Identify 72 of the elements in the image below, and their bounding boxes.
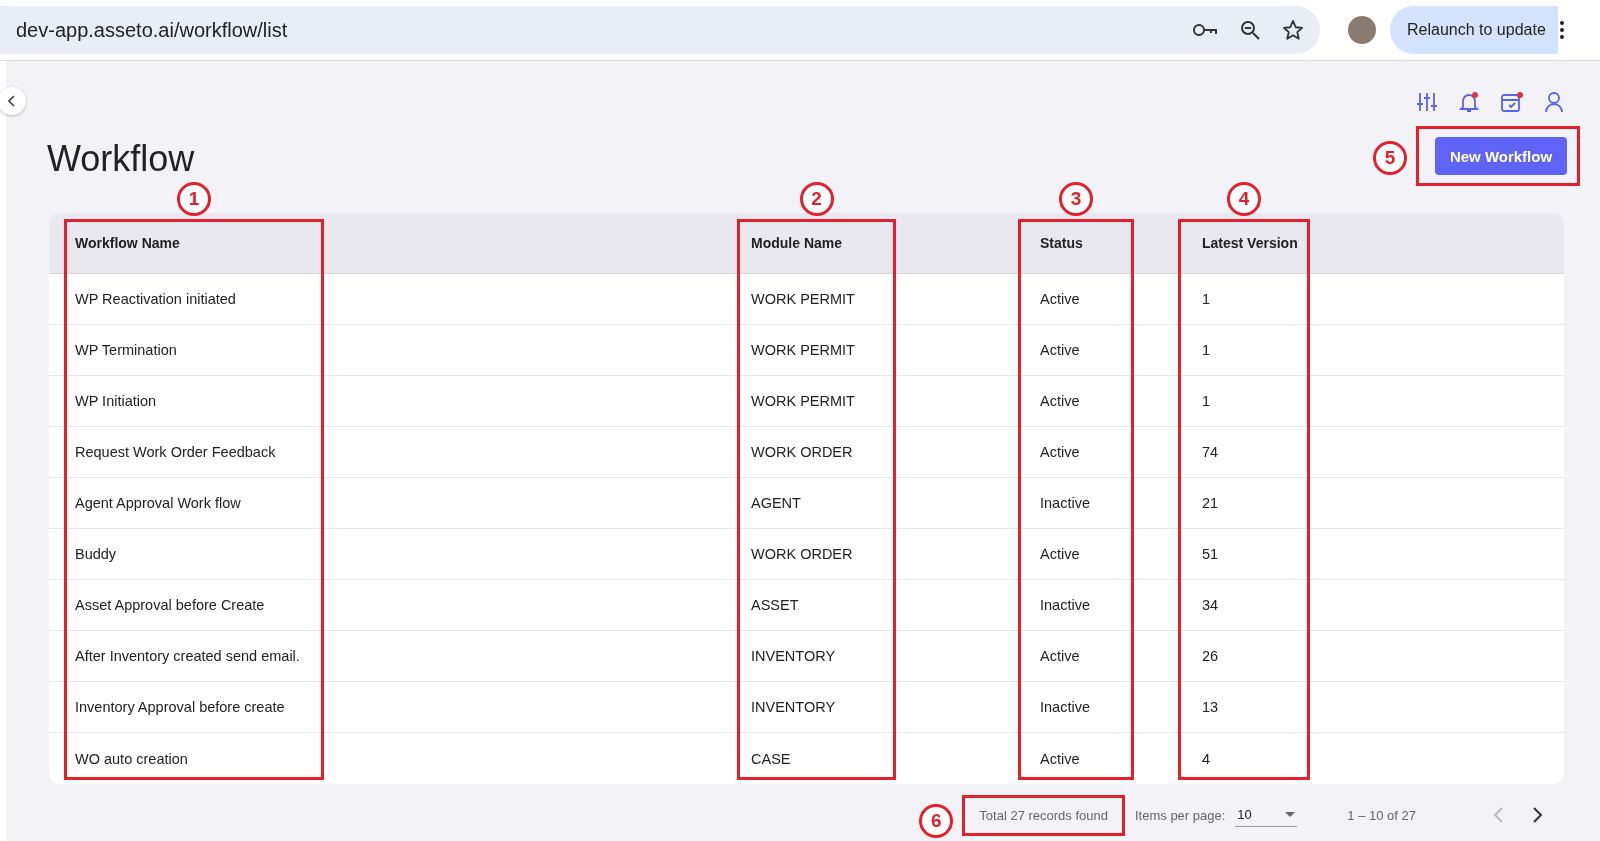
table-cell: WP Initiation: [49, 376, 725, 427]
table-cell: Inactive: [1014, 478, 1176, 529]
table-cell: Active: [1014, 274, 1176, 325]
column-header[interactable]: Latest Version: [1176, 213, 1564, 274]
page-range: 1 – 10 of 27: [1347, 807, 1416, 823]
key-icon[interactable]: [1192, 23, 1218, 37]
table-cell: ASSET: [725, 580, 1014, 631]
table-cell: 1: [1176, 274, 1564, 325]
table-cell: Active: [1014, 529, 1176, 580]
table-cell: Active: [1014, 325, 1176, 376]
table-cell: Inactive: [1014, 580, 1176, 631]
profile-avatar[interactable]: [1348, 16, 1376, 44]
star-icon[interactable]: [1282, 19, 1304, 41]
callout-number: 2: [799, 182, 834, 216]
table-cell: Active: [1014, 631, 1176, 682]
table-cell: 51: [1176, 529, 1564, 580]
address-bar[interactable]: dev-app.asseto.ai/workflow/list: [0, 6, 1320, 54]
url-text: dev-app.asseto.ai/workflow/list: [16, 18, 289, 42]
table-cell: WORK PERMIT: [725, 376, 1014, 427]
sidebar-toggle[interactable]: [0, 87, 26, 115]
table-cell-text: Active: [1039, 749, 1081, 769]
table-cell: AGENT: [725, 478, 1014, 529]
table-cell: 21: [1176, 478, 1564, 529]
table-cell: Asset Approval before Create: [49, 580, 725, 631]
table-cell: WORK PERMIT: [725, 325, 1014, 376]
items-per-page-select[interactable]: 10: [1235, 803, 1298, 827]
table-cell: 34: [1176, 580, 1564, 631]
new-workflow-button[interactable]: New Workflow: [1435, 137, 1567, 175]
table-cell: WORK PERMIT: [725, 274, 1014, 325]
table-cell: 1: [1176, 325, 1564, 376]
chevron-left-icon: [8, 95, 16, 107]
callout-number: 4: [1227, 182, 1261, 216]
table-cell: Inactive: [1014, 682, 1176, 733]
filter-sliders-icon[interactable]: [1416, 91, 1438, 113]
table-cell: 26: [1176, 631, 1564, 682]
table-cell: WORK ORDER: [725, 427, 1014, 478]
table-cell: Active: [1014, 427, 1176, 478]
table-cell: WP Reactivation initiated: [49, 274, 725, 325]
table-cell: INVENTORY: [725, 682, 1014, 733]
column-header[interactable]: Module Name: [725, 213, 1014, 274]
table-cell: Agent Approval Work flow: [49, 478, 725, 529]
callout-number: 5: [1373, 141, 1407, 175]
caret-icon: [1285, 812, 1296, 817]
bell-icon[interactable]: [1458, 91, 1480, 113]
table-cell: 13: [1176, 682, 1564, 733]
zoom-icon[interactable]: [1240, 20, 1260, 40]
items-per-page-label: Items per page:: [1135, 807, 1226, 823]
calendar-check-icon[interactable]: [1500, 91, 1524, 113]
callout-number: 1: [177, 182, 211, 216]
more-icon[interactable]: [1559, 21, 1564, 39]
table-cell: INVENTORY: [725, 631, 1014, 682]
relaunch-button[interactable]: Relaunch to update: [1390, 6, 1558, 54]
table-cell: 1: [1176, 376, 1564, 427]
column-header[interactable]: Status: [1014, 213, 1176, 274]
table-cell: Active: [1014, 376, 1176, 427]
next-page-icon[interactable]: [1532, 806, 1544, 824]
callout-number: 3: [1059, 182, 1093, 216]
table-cell-text: WO auto creation: [74, 749, 189, 769]
user-icon[interactable]: [1544, 91, 1564, 113]
records-count: Total 27 records found: [979, 807, 1108, 823]
table-cell-text: CASE: [750, 749, 792, 769]
callout-number: 6: [919, 803, 954, 838]
column-header[interactable]: Workflow Name: [49, 213, 725, 274]
table-cell-text: 4: [1201, 749, 1212, 769]
table-cell: Request Work Order Feedback: [49, 427, 725, 478]
table-cell: WP Termination: [49, 325, 725, 376]
table-cell: WORK ORDER: [725, 529, 1014, 580]
table-cell: 74: [1176, 427, 1564, 478]
table-cell: Inventory Approval before create: [49, 682, 725, 733]
table-cell: Buddy: [49, 529, 725, 580]
page-title: Workflow: [47, 138, 195, 180]
table-cell: After Inventory created send email.: [49, 631, 725, 682]
